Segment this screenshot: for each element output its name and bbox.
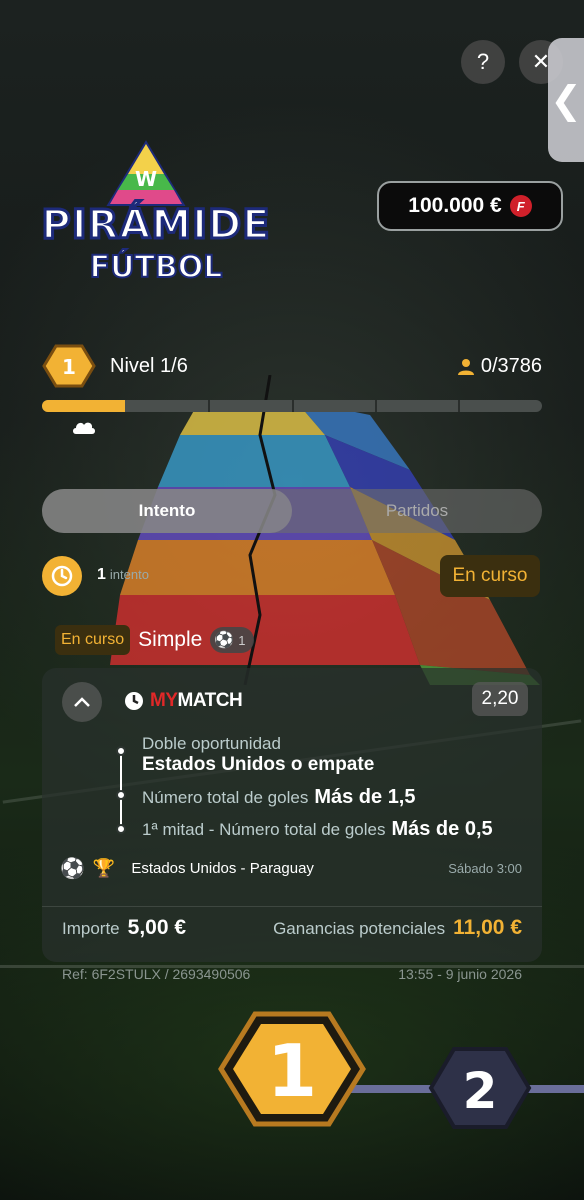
match-teams: Estados Unidos - Paraguay [131, 860, 314, 877]
balance-display[interactable]: 100.000 € F [377, 181, 563, 231]
gain-value: 11,00 € [453, 916, 522, 939]
match-info-row: ⚽ 🏆 Estados Unidos - Paraguay Sábado 3:0… [60, 856, 522, 881]
logo-title: PIRÁMIDE [40, 201, 271, 250]
progress-fill [42, 400, 125, 412]
stake-value: 5,00 € [127, 916, 187, 939]
selection-market: Doble oportunidad [142, 734, 281, 753]
clock-icon [125, 692, 143, 710]
selection-row: 1ª mitad - Número total de goles Más de 0… [142, 818, 493, 841]
mymatch-brand: MYMATCH [124, 690, 243, 712]
side-panel-tab[interactable]: ❮ [548, 38, 584, 162]
collapse-button[interactable] [62, 682, 102, 722]
progress-tick [375, 400, 377, 412]
selection-market: 1ª mitad - Número total de goles [142, 820, 386, 839]
selection-value: Más de 1,5 [314, 786, 416, 808]
selection-value: Más de 0,5 [391, 818, 493, 840]
progress-tick [292, 400, 294, 412]
players-value: 0/3786 [480, 355, 542, 377]
stake-label: Importe [62, 919, 120, 938]
help-button[interactable]: ? [461, 40, 505, 84]
chevron-left-icon: ❮ [550, 79, 582, 122]
game-logo: W PIRÁMIDE FÚTBOL [36, 140, 276, 300]
brand-logo-text: MYMATCH [150, 690, 243, 711]
bet-type-label: Simple [138, 628, 203, 651]
trophy-icon: 🏆 [92, 858, 116, 878]
selection-row: Número total de goles Más de 1,5 [142, 786, 416, 809]
timeline-dot [116, 746, 126, 756]
stake-row: Importe 5,00 € [62, 916, 186, 940]
progress-tick [458, 400, 460, 412]
svg-text:2: 2 [463, 1062, 498, 1120]
tab-partidos[interactable]: Partidos [292, 489, 542, 533]
bet-timestamp: 13:55 - 9 junio 2026 [398, 966, 522, 982]
attempt-count: 1 intento [97, 566, 149, 584]
bet-type-row: En curso Simple ⚽ 1 [55, 625, 254, 655]
timeline-dot [116, 824, 126, 834]
soccer-ball-icon: ⚽ [214, 632, 235, 649]
soccer-ball-icon: ⚽ [60, 858, 85, 880]
progress-tick [208, 400, 210, 412]
view-tabs: Intento Partidos [42, 489, 542, 533]
balance-value: 100.000 € [408, 194, 502, 217]
timeline-dot [116, 790, 126, 800]
match-date: Sábado 3:00 [448, 861, 522, 876]
svg-text:1: 1 [62, 355, 76, 379]
level-node-1[interactable]: 1 [217, 1010, 367, 1128]
chevron-up-icon [74, 697, 90, 707]
attempt-number: 1 [97, 566, 106, 583]
svg-text:W: W [135, 167, 157, 191]
attempt-word: intento [109, 567, 149, 582]
selection-count: 1 [238, 632, 246, 648]
user-icon [457, 358, 474, 375]
level-hexagon-icon: 1 [42, 344, 96, 388]
players-count: 0/3786 [457, 355, 542, 378]
tab-intento[interactable]: Intento [42, 489, 292, 533]
coin-icon: F [509, 195, 532, 217]
level-progress-bar [42, 400, 542, 412]
question-icon: ? [476, 49, 490, 74]
level-node-2[interactable]: 2 [428, 1046, 532, 1130]
selection-count-chip: ⚽ 1 [210, 627, 254, 653]
svg-text:1: 1 [267, 1029, 317, 1113]
odds-badge: 2,20 [472, 682, 528, 716]
bet-reference: Ref: 6F2STULX / 2693490506 [62, 966, 251, 982]
level-label: Nivel 1/6 [110, 355, 188, 377]
gain-label: Ganancias potenciales [273, 919, 446, 938]
logo-pyramid-icon: W [106, 140, 186, 206]
logo-subtitle: FÚTBOL [89, 249, 224, 286]
attempt-status-badge: En curso [440, 555, 540, 597]
clock-icon [42, 556, 82, 596]
cloud-icon [73, 422, 95, 434]
potential-gain-row: Ganancias potenciales 11,00 € [273, 916, 522, 940]
bet-status-badge: En curso [55, 625, 131, 655]
bet-card: MYMATCH 2,20 Doble oportunidad Estados U… [42, 668, 542, 962]
selection-market: Número total de goles [142, 788, 309, 807]
selection-value: Estados Unidos o empate [142, 754, 375, 775]
divider [42, 906, 542, 907]
